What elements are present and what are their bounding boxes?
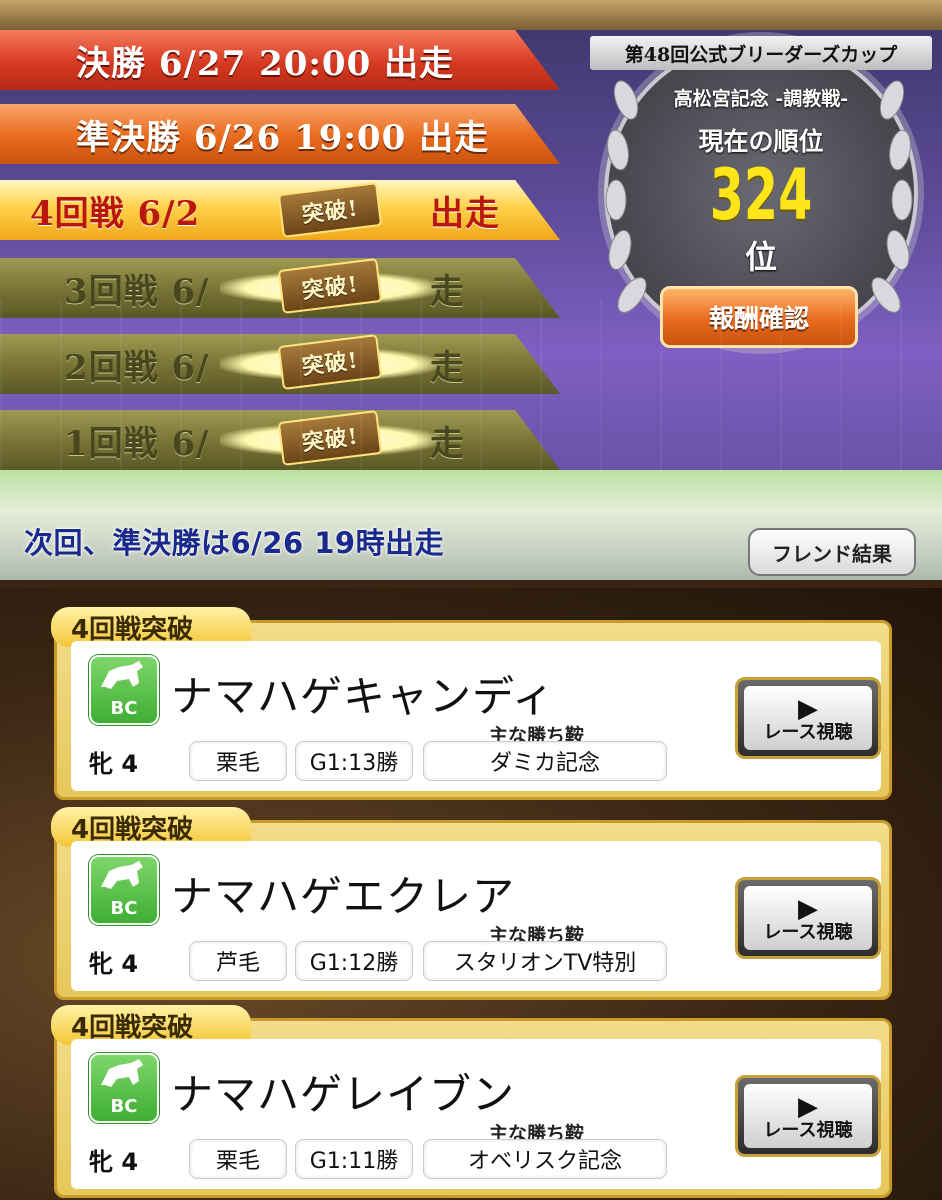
round-2-label: 2回戦 6/ <box>64 347 210 388</box>
round-1[interactable]: 1回戦 6/ 走 突破! <box>0 410 560 470</box>
watch-race-label: レース視聴 <box>763 1120 853 1141</box>
round-final-label: 決勝 6/27 20:00 出走 <box>76 43 455 84</box>
sex-age: 牝 4 <box>79 1139 177 1179</box>
cleared-badge: 突破! <box>277 258 383 314</box>
main-win-race: オベリスク記念 <box>423 1139 667 1179</box>
cleared-badge: 突破! <box>277 410 383 466</box>
coat-color: 栗毛 <box>189 741 287 781</box>
next-race-info: 次回、準決勝は6/26 19時出走 <box>24 526 445 560</box>
horse-bc-icon: BC <box>89 1053 159 1123</box>
g1-wins: G1:12勝 <box>295 941 413 981</box>
round-3[interactable]: 3回戦 6/ 走 突破! <box>0 258 560 318</box>
bc-label: BC <box>110 698 138 719</box>
horse-name: ナマハゲキャンディ <box>171 672 556 721</box>
coat-color: 芦毛 <box>189 941 287 981</box>
cup-title: 第48回公式ブリーダーズカップ <box>590 36 932 70</box>
round-4-suffix: 出走 <box>430 193 500 234</box>
watch-race-label: レース視聴 <box>763 722 853 743</box>
coat-color: 栗毛 <box>189 1139 287 1179</box>
cleared-badge: 突破! <box>277 334 383 390</box>
cup-subtitle: 高松宮記念 -調教戦- <box>673 88 849 110</box>
horse-card: 4回戦突破 BC ナマハゲエクレア 主な勝ち鞍 牝 4 芦毛 G1:12勝 スタ… <box>51 807 892 1000</box>
g1-wins: G1:11勝 <box>295 1139 413 1179</box>
current-rank-unit: 位 <box>744 238 777 276</box>
round-semifinal[interactable]: 準決勝 6/26 19:00 出走 <box>0 104 560 164</box>
sex-age: 牝 4 <box>79 741 177 781</box>
round-4-label: 4回戦 6/2 <box>30 193 201 234</box>
round-1-suffix: 走 <box>430 423 465 464</box>
round-1-label: 1回戦 6/ <box>64 423 210 464</box>
round-3-suffix: 走 <box>430 271 465 312</box>
main-win-race: スタリオンTV特別 <box>423 941 667 981</box>
round-2[interactable]: 2回戦 6/ 走 突破! <box>0 334 560 394</box>
horse-card: 4回戦突破 BC ナマハゲレイブン 主な勝ち鞍 牝 4 栗毛 G1:11勝 オベ… <box>51 1005 892 1198</box>
g1-wins: G1:13勝 <box>295 741 413 781</box>
horse-bc-icon: BC <box>89 855 159 925</box>
round-4[interactable]: 4回戦 6/2 出走 突破! <box>0 180 560 240</box>
horse-name: ナマハゲレイブン <box>171 1070 516 1119</box>
bc-label: BC <box>110 1096 138 1117</box>
friend-results-button[interactable]: フレンド結果 <box>748 528 916 576</box>
watch-race-button[interactable]: ▶ レース視聴 <box>735 877 881 959</box>
watch-race-button[interactable]: ▶ レース視聴 <box>735 677 881 759</box>
watch-race-button[interactable]: ▶ レース視聴 <box>735 1075 881 1157</box>
watch-race-label: レース視聴 <box>763 922 853 943</box>
horse-icon <box>101 1059 143 1087</box>
tournament-panel: 決勝 6/27 20:00 出走 準決勝 6/26 19:00 出走 4回戦 6… <box>0 0 942 470</box>
horse-card: 4回戦突破 BC ナマハゲキャンディ 主な勝ち鞍 牝 4 栗毛 G1:13勝 ダ… <box>51 607 892 800</box>
glow-effect <box>220 424 440 456</box>
glow-effect <box>220 348 440 380</box>
horse-icon <box>101 661 143 689</box>
reward-check-button[interactable]: 報酬確認 <box>660 286 858 348</box>
horse-list: 4回戦突破 BC ナマハゲキャンディ 主な勝ち鞍 牝 4 栗毛 G1:13勝 ダ… <box>0 588 942 1200</box>
current-rank-label: 現在の順位 <box>698 127 824 156</box>
horse-icon <box>101 861 143 889</box>
horse-bc-icon: BC <box>89 655 159 725</box>
sex-age: 牝 4 <box>79 941 177 981</box>
bc-label: BC <box>110 898 138 919</box>
cleared-badge: 突破! <box>277 182 383 238</box>
main-win-race: ダミカ記念 <box>423 741 667 781</box>
round-2-suffix: 走 <box>430 347 465 388</box>
current-rank-value: 324 <box>709 154 813 236</box>
round-semifinal-label: 準決勝 6/26 19:00 出走 <box>76 117 490 158</box>
round-final[interactable]: 決勝 6/27 20:00 出走 <box>0 30 560 90</box>
round-3-label: 3回戦 6/ <box>64 271 210 312</box>
horse-name: ナマハゲエクレア <box>171 872 516 921</box>
